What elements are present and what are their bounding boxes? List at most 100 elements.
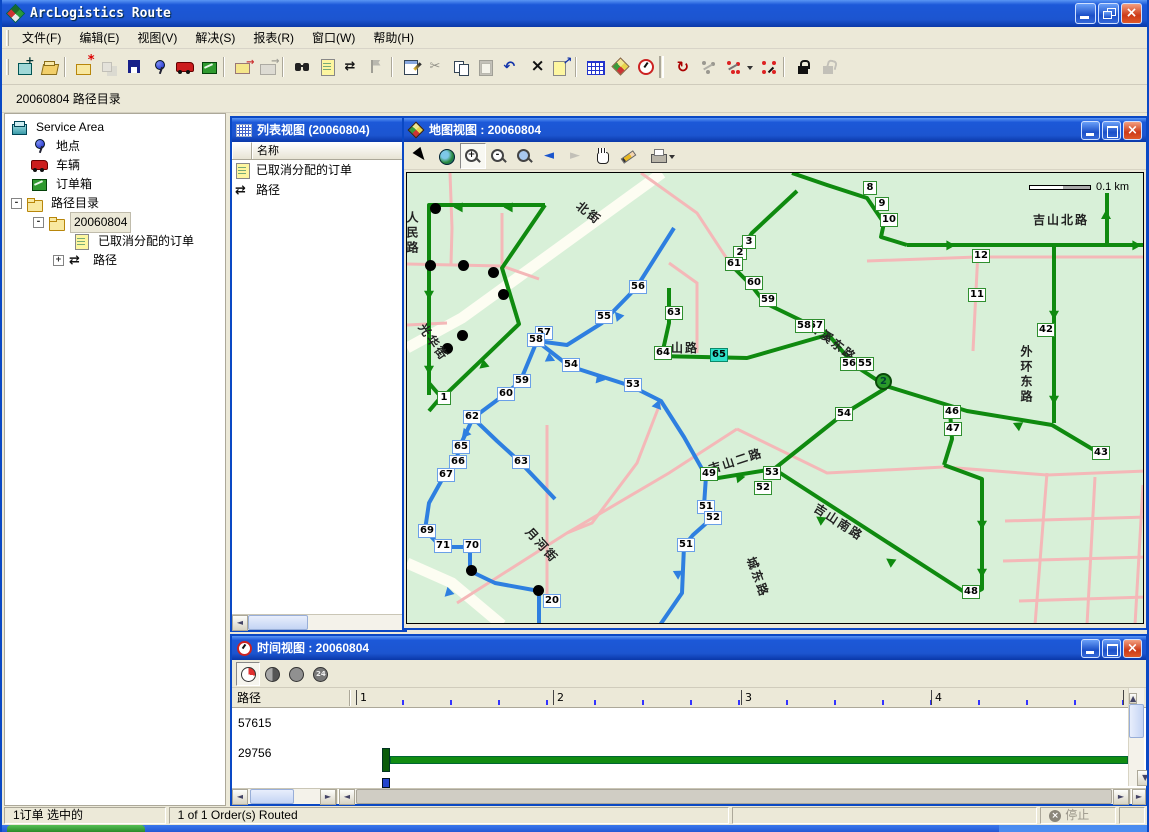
stop-marker[interactable]: 43 (1092, 446, 1110, 460)
stop-marker[interactable]: 58 (795, 319, 813, 333)
new-project-button[interactable] (13, 54, 38, 80)
sequence-button[interactable] (696, 54, 721, 80)
toolbar-separator[interactable] (281, 54, 290, 80)
list-hscrollbar[interactable]: ◄ (232, 614, 405, 630)
scroll-thumb[interactable] (250, 789, 294, 804)
stop-marker[interactable]: 63 (512, 455, 530, 469)
assign-orders-button[interactable] (231, 54, 256, 80)
full-extent-tool[interactable] (434, 143, 460, 169)
stop-marker[interactable]: 54 (562, 358, 580, 372)
list-view-title-bar[interactable]: 列表视图 (20060804) (232, 118, 405, 142)
unassigned-stop-dot[interactable] (430, 203, 441, 214)
route-column-header[interactable]: 路径 (237, 688, 261, 708)
expander-icon[interactable]: + (53, 255, 64, 266)
menu-edit[interactable]: 编辑(E) (70, 31, 128, 45)
stop-marker[interactable]: 56 (629, 280, 647, 294)
zoom-out-tool[interactable] (486, 143, 512, 169)
map-minimize-button[interactable] (1081, 121, 1100, 140)
open-project-button[interactable] (38, 54, 63, 80)
locations-button[interactable] (147, 54, 172, 80)
previous-extent-tool[interactable] (538, 143, 564, 169)
undo-button[interactable] (499, 54, 524, 80)
toolbar-separator[interactable] (658, 54, 671, 80)
save-button[interactable] (122, 54, 147, 80)
time-row-57615[interactable]: 57615 (232, 708, 1146, 738)
stop-marker[interactable]: 52 (704, 511, 722, 525)
print-tool[interactable] (642, 143, 678, 169)
select-tool[interactable] (408, 143, 434, 169)
stop-marker[interactable]: 55 (856, 357, 874, 371)
stop-marker[interactable]: 60 (497, 387, 515, 401)
stop-marker[interactable]: 12 (972, 249, 990, 263)
unassigned-stop-dot[interactable] (458, 260, 469, 271)
stop-marker[interactable]: 53 (624, 378, 642, 392)
new-folder-button[interactable] (72, 54, 97, 80)
stop-marker[interactable]: 69 (418, 524, 436, 538)
unlock-button[interactable] (816, 54, 841, 80)
unassigned-stop-dot[interactable] (466, 565, 477, 576)
stop-marker[interactable]: 20 (543, 594, 561, 608)
toolbar-separator[interactable] (222, 54, 231, 80)
stop-marker[interactable]: 52 (754, 481, 772, 495)
time-vscrollbar[interactable]: ▲ ▼ (1128, 688, 1144, 786)
toolbar-separator[interactable] (574, 54, 583, 80)
green-route-line[interactable] (944, 411, 952, 465)
green-route-line[interactable] (774, 469, 969, 595)
stop-marker[interactable]: 58 (527, 333, 545, 347)
scroll-left-icon[interactable]: ◄ (232, 615, 248, 631)
menu-help[interactable]: 帮助(H) (364, 31, 423, 45)
stop-marker[interactable]: 3 (742, 235, 756, 249)
windows-taskbar-edge[interactable] (2, 825, 1147, 832)
stop-marker[interactable]: 70 (463, 539, 481, 553)
map-close-button[interactable]: × (1123, 121, 1142, 140)
flag-button[interactable] (365, 54, 390, 80)
vehicles-button[interactable] (172, 54, 197, 80)
stop-marker[interactable]: 66 (449, 455, 467, 469)
stop-marker[interactable]: 54 (835, 407, 853, 421)
green-route-line[interactable] (886, 386, 1099, 453)
tree-item-route-folder[interactable]: - 路径目录 (5, 194, 225, 213)
list-header-spacer[interactable] (232, 142, 252, 159)
zoom-in-tool[interactable] (460, 143, 486, 169)
scroll-thumb[interactable] (1129, 704, 1144, 738)
tree-item-locations[interactable]: 地点 (5, 137, 225, 156)
start-button-edge[interactable] (7, 825, 145, 832)
scroll-right-icon[interactable]: ► (320, 789, 336, 805)
route-bar-start-cap[interactable] (382, 748, 390, 772)
tree-item-order-box[interactable]: 订单箱 (5, 175, 225, 194)
green-route-line[interactable] (774, 388, 886, 469)
routes-button[interactable] (340, 54, 365, 80)
stop-marker[interactable]: 59 (513, 374, 531, 388)
unassigned-stop-dot[interactable] (488, 267, 499, 278)
menu-reports[interactable]: 报表(R) (244, 31, 303, 45)
stop-marker[interactable]: 67 (437, 468, 455, 482)
map-view-button[interactable] (608, 54, 633, 80)
stop-marker[interactable]: 64 (654, 346, 672, 360)
stop-marker[interactable]: 2 (875, 373, 892, 390)
stop-marker[interactable]: 51 (677, 538, 695, 552)
unassigned-stop-dot[interactable] (425, 260, 436, 271)
scroll-thumb[interactable] (248, 615, 308, 630)
day-24h-view-button[interactable] (308, 662, 332, 686)
scroll-left-icon[interactable]: ◄ (339, 789, 355, 805)
stop-marker[interactable]: 8 (863, 181, 877, 195)
expander-icon[interactable]: - (11, 198, 22, 209)
time-view-title-bar[interactable]: 时间视图 : 20060804 × (232, 636, 1146, 660)
draw-tool[interactable] (616, 143, 642, 169)
scroll-thumb[interactable] (356, 789, 1112, 804)
stop-marker[interactable]: 11 (968, 288, 986, 302)
time-close-button[interactable]: × (1123, 639, 1142, 658)
cut-button[interactable] (424, 54, 449, 80)
scroll-left-icon[interactable]: ◄ (232, 789, 248, 805)
stop-marker[interactable]: 65 (452, 440, 470, 454)
stop-marker[interactable]: 53 (763, 466, 781, 480)
menu-grip[interactable] (6, 30, 9, 46)
reassign-button[interactable] (757, 54, 782, 80)
time-minimize-button[interactable] (1081, 639, 1100, 658)
scroll-down-icon[interactable]: ▼ (1137, 770, 1149, 786)
toolbar-grip[interactable] (6, 59, 9, 75)
stop-marker[interactable]: 49 (700, 467, 718, 481)
delete-button[interactable] (524, 54, 549, 80)
stop-marker[interactable]: 63 (665, 306, 683, 320)
green-route-line[interactable] (792, 173, 907, 245)
